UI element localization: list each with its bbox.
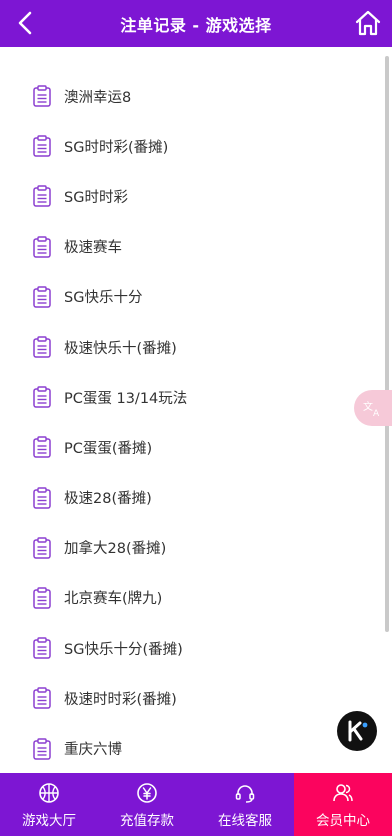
list-item-label: SG时时彩(番摊): [64, 139, 169, 156]
list-item[interactable]: 极速28(番摊): [0, 473, 392, 523]
tab-label: 充值存款: [120, 812, 174, 829]
document-icon: [33, 85, 51, 107]
document-icon: [33, 135, 51, 158]
game-list: 澳洲幸运8 SG时时彩(番摊) SG时时彩极速赛车 SG快乐十分极速快乐十(番摊) PC…: [0, 47, 392, 773]
list-item[interactable]: SG快乐十分: [0, 272, 392, 322]
list-item[interactable]: 北京赛车(牌九): [0, 573, 392, 623]
list-item-label: 极速赛车: [64, 240, 122, 257]
list-item[interactable]: SG时时彩: [0, 171, 392, 221]
tab-label: 会员中心: [316, 812, 370, 829]
scrollbar-thumb[interactable]: [385, 56, 389, 632]
list-item-label: PC蛋蛋(番摊): [64, 440, 153, 457]
tab-basketball[interactable]: 游戏大厅: [0, 773, 98, 836]
list-item[interactable]: SG快乐十分(番摊): [0, 623, 392, 673]
yen-coin-icon: [137, 782, 157, 803]
list-item-label: SG时时彩: [64, 189, 128, 206]
headset-icon: [235, 784, 255, 803]
list-item[interactable]: PC蛋蛋 13/14玩法: [0, 372, 392, 422]
members-icon: [333, 783, 353, 801]
bottom-tab-bar: 游戏大厅 充值存款 在线客服 会员中心: [0, 773, 392, 836]
document-icon: [33, 386, 51, 408]
list-item-label: 澳洲幸运8: [64, 89, 132, 106]
floating-k-button[interactable]: [337, 711, 377, 751]
tab-label: 在线客服: [218, 812, 272, 829]
tab-members[interactable]: 会员中心: [294, 773, 392, 836]
document-icon: [33, 687, 51, 710]
list-item[interactable]: SG时时彩(番摊): [0, 121, 392, 171]
list-item-label: 加拿大28(番摊): [64, 541, 167, 558]
list-item-label: 极速快乐十(番摊): [64, 340, 177, 357]
document-icon: [33, 336, 51, 358]
list-item-label: 北京赛车(牌九): [64, 591, 163, 608]
back-arrow-icon[interactable]: [14, 9, 38, 37]
list-item[interactable]: 重庆六博: [0, 723, 392, 773]
basketball-icon: [39, 782, 59, 803]
document-icon: [33, 637, 51, 659]
list-item[interactable]: PC蛋蛋(番摊): [0, 422, 392, 472]
list-item[interactable]: 极速时时彩(番摊): [0, 673, 392, 723]
app-header: 注单记录 - 游戏选择: [0, 0, 392, 47]
list-item[interactable]: 澳洲幸运8: [0, 71, 392, 121]
list-item-label: SG快乐十分(番摊): [64, 641, 183, 658]
document-icon: [33, 486, 51, 509]
tab-yen-coin[interactable]: 充值存款: [98, 773, 196, 836]
tab-label: 游戏大厅: [22, 812, 76, 829]
document-icon: [33, 436, 51, 459]
tab-headset[interactable]: 在线客服: [196, 773, 294, 836]
document-icon: [33, 587, 51, 609]
list-item-label: SG快乐十分: [64, 290, 143, 307]
home-icon[interactable]: [354, 9, 382, 37]
document-icon: [33, 537, 51, 559]
document-icon: [33, 235, 51, 258]
list-item[interactable]: 加拿大28(番摊): [0, 523, 392, 573]
svg-text:A: A: [373, 409, 380, 418]
page-title: 注单记录 - 游戏选择: [120, 15, 272, 35]
document-icon: [33, 737, 51, 760]
translate-icon: 文 A: [363, 400, 380, 418]
document-icon: [33, 185, 51, 208]
list-item-label: 极速28(番摊): [64, 491, 152, 508]
list-item[interactable]: 极速快乐十(番摊): [0, 322, 392, 372]
list-item-label: PC蛋蛋 13/14玩法: [64, 390, 188, 407]
list-item[interactable]: 极速赛车: [0, 222, 392, 272]
k-logo-icon: [348, 720, 368, 742]
list-item-label: 重庆六博: [64, 742, 122, 759]
game-list-area[interactable]: 澳洲幸运8 SG时时彩(番摊) SG时时彩极速赛车 SG快乐十分极速快乐十(番摊) PC…: [0, 47, 392, 773]
svg-text:文: 文: [363, 400, 373, 413]
list-item-label: 极速时时彩(番摊): [64, 691, 177, 708]
translate-button[interactable]: 文 A: [354, 390, 392, 426]
document-icon: [33, 286, 51, 308]
